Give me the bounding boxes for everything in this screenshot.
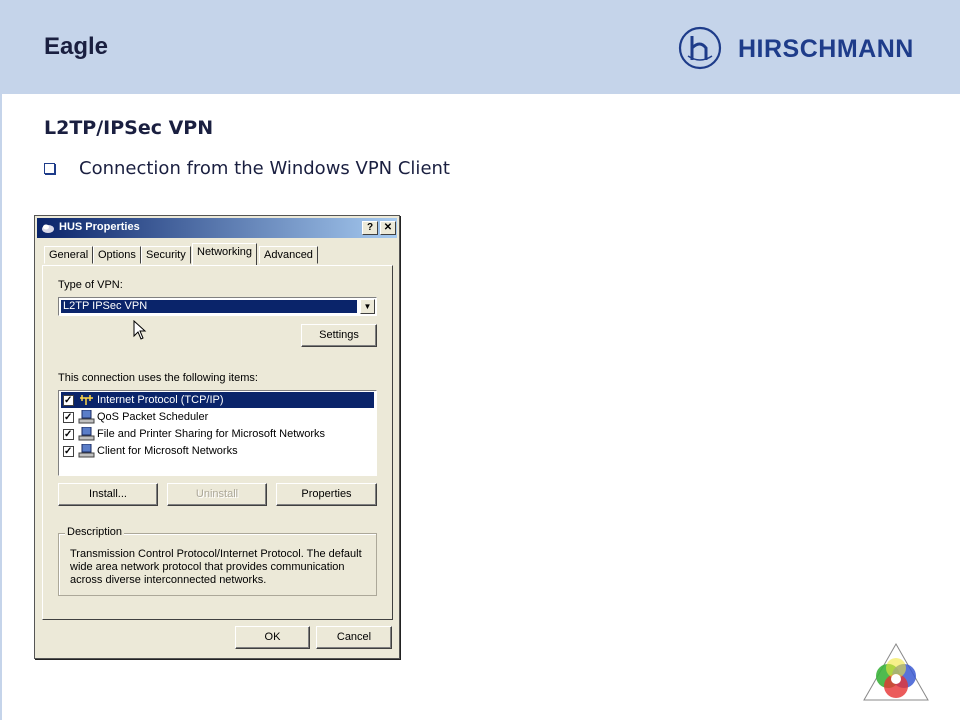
item-label: Client for Microsoft Networks — [97, 445, 238, 457]
hirschmann-logo: HIRSCHMANN — [678, 26, 938, 72]
mouse-pointer-icon — [133, 320, 147, 340]
tab-advanced[interactable]: Advanced — [259, 246, 318, 264]
item-checkbox[interactable] — [63, 410, 74, 426]
protocol-icon — [80, 395, 93, 405]
bullet-item: Connection from the Windows VPN Client — [44, 156, 450, 180]
tab-security[interactable]: Security — [141, 246, 191, 264]
cancel-button[interactable]: Cancel — [316, 626, 392, 649]
help-button[interactable]: ? — [362, 221, 378, 235]
tab-general[interactable]: General — [44, 246, 94, 264]
description-group: Description Transmission Control Protoco… — [58, 526, 377, 596]
properties-dialog: HUS Properties ? ✕ General Options Secur… — [34, 215, 400, 659]
item-label: QoS Packet Scheduler — [97, 411, 209, 423]
properties-button[interactable]: Properties — [276, 483, 377, 506]
items-label: This connection uses the following items… — [58, 372, 258, 384]
item-checkbox[interactable] — [63, 444, 74, 460]
network-service-icon — [78, 427, 95, 441]
close-button[interactable]: ✕ — [380, 221, 396, 235]
item-label: File and Printer Sharing for Microsoft N… — [97, 428, 326, 440]
dropdown-arrow-icon[interactable]: ▼ — [360, 299, 375, 314]
vpn-type-value: L2TP IPSec VPN — [61, 300, 357, 313]
network-service-icon — [78, 410, 95, 424]
list-item[interactable]: Client for Microsoft Networks — [61, 443, 374, 460]
dialog-titlebar[interactable]: HUS Properties ? ✕ — [37, 218, 397, 238]
brand-name: HIRSCHMANN — [738, 35, 914, 63]
item-checkbox[interactable] — [63, 427, 74, 443]
item-label: Internet Protocol (TCP/IP) — [97, 394, 224, 406]
vpn-type-label: Type of VPN: — [58, 279, 123, 291]
list-item[interactable]: File and Printer Sharing for Microsoft N… — [61, 426, 374, 443]
list-item[interactable]: QoS Packet Scheduler — [61, 409, 374, 426]
color-circles-logo-icon — [863, 642, 929, 701]
settings-button[interactable]: Settings — [301, 324, 377, 347]
description-text: Transmission Control Protocol/Internet P… — [70, 548, 362, 586]
left-rule — [0, 94, 2, 720]
ok-button[interactable]: OK — [235, 626, 310, 649]
item-checkbox[interactable] — [63, 393, 74, 409]
list-item[interactable]: Internet Protocol (TCP/IP) — [61, 392, 374, 409]
tab-options[interactable]: Options — [93, 246, 141, 264]
install-button[interactable]: Install... — [58, 483, 158, 506]
vpn-type-select[interactable]: L2TP IPSec VPN ▼ — [58, 297, 377, 316]
slide-title: Eagle — [44, 33, 109, 60]
hirschmann-logo-icon — [678, 26, 722, 70]
bullet-text: Connection from the Windows VPN Client — [79, 157, 450, 179]
uninstall-button[interactable]: Uninstall — [167, 483, 267, 506]
description-title: Description — [65, 526, 125, 538]
network-client-icon — [78, 444, 95, 458]
items-list[interactable]: Internet Protocol (TCP/IP) QoS Packet Sc… — [58, 390, 377, 476]
dialog-title: HUS Properties — [59, 221, 140, 233]
vpn-connection-icon — [42, 224, 54, 233]
square-bullet-icon — [44, 162, 55, 174]
tab-networking[interactable]: Networking — [192, 243, 258, 265]
section-heading: L2TP/IPSec VPN — [44, 117, 214, 139]
